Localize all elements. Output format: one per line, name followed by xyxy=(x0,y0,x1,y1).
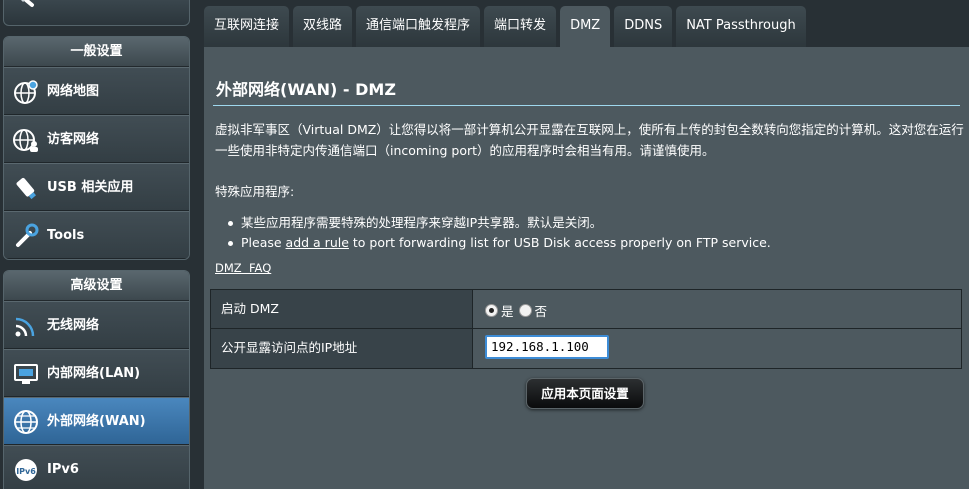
advanced-settings-header: 高级设置 xyxy=(4,271,189,301)
sidebar-item-ipv6[interactable]: IPv6 IPv6 xyxy=(4,445,189,489)
enable-dmz-radio-group: 是 否 xyxy=(485,301,552,320)
wrench-icon xyxy=(16,223,39,247)
exposed-ip-label: 公开显露访问点的IP地址 xyxy=(211,329,473,368)
tab-port-trigger[interactable]: 通信端口触发程序 xyxy=(356,6,481,47)
sidebar-item-wan[interactable]: 外部网络(WAN) xyxy=(4,397,189,445)
sidebar-item-network-map[interactable]: 网络地图 xyxy=(4,67,189,115)
tab-internet-connection[interactable]: 互联网连接 xyxy=(204,6,290,47)
sidebar-item-label: 访客网络 xyxy=(47,132,100,147)
wireless-icon xyxy=(15,317,35,337)
exposed-ip-input[interactable]: 192.168.1.100 xyxy=(485,335,609,359)
sidebar: 一般设置 网络地图 访客网络 USB 相关应用 Tools 高级设置 无线网络 … xyxy=(0,0,193,489)
lan-icon xyxy=(14,364,38,384)
dmz-settings-table: 启动 DMZ 是 否 公开显露访问点的IP地址 192.168.1.100 xyxy=(210,289,962,369)
tab-ddns[interactable]: DDNS xyxy=(614,6,673,47)
sidebar-item-label: 内部网络(LAN) xyxy=(47,366,141,381)
tab-bar: 互联网连接 双线路 通信端口触发程序 端口转发 DMZ DDNS NAT Pas… xyxy=(204,6,810,47)
content-panel: 外部网络(WAN) - DMZ 虚拟非军事区（Virtual DMZ）让您得以将… xyxy=(204,47,969,489)
bullet-text-pre: Please xyxy=(241,235,286,250)
dmz-faq-link[interactable]: DMZ FAQ xyxy=(215,261,271,275)
special-apps-label: 特殊应用程序: xyxy=(215,184,295,199)
apply-settings-button[interactable]: 应用本页面设置 xyxy=(526,378,644,409)
general-settings-header: 一般设置 xyxy=(4,37,189,67)
sidebar-item-label: 外部网络(WAN) xyxy=(47,414,146,429)
page-title: 外部网络(WAN) - DMZ xyxy=(216,80,396,99)
special-apps-list: 某些应用程序需要特殊的处理程序来穿越IP共享器。默认是关闭。 Please ad… xyxy=(228,213,941,253)
sidebar-item-usb[interactable]: USB 相关应用 xyxy=(4,163,189,211)
table-row: 公开显露访问点的IP地址 192.168.1.100 xyxy=(211,329,961,368)
tab-dual-wan[interactable]: 双线路 xyxy=(293,6,353,47)
enable-dmz-label: 启动 DMZ xyxy=(211,290,473,328)
sidebar-item-wireless[interactable]: 无线网络 xyxy=(4,301,189,349)
exposed-ip-value: 192.168.1.100 xyxy=(473,329,961,368)
magnifier-icon xyxy=(21,0,34,7)
dmz-description: 虚拟非军事区（Virtual DMZ）让您得以将一部计算机公开显露在互联网上，使… xyxy=(215,122,964,158)
bullet-text-post: to port forwarding list for USB Disk acc… xyxy=(348,235,771,250)
tab-nat-passthrough[interactable]: NAT Passthrough xyxy=(676,6,806,47)
ipv6-icon: IPv6 xyxy=(15,459,37,481)
sidebar-item-guest-network[interactable]: 访客网络 xyxy=(4,115,189,163)
sidebar-item-label: USB 相关应用 xyxy=(47,180,134,195)
bullet-text: 某些应用程序需要特殊的处理程序来穿越IP共享器。默认是关闭。 xyxy=(241,215,603,230)
usb-icon xyxy=(16,177,37,200)
list-item: Please add a rule to port forwarding lis… xyxy=(228,233,941,253)
tab-port-forwarding[interactable]: 端口转发 xyxy=(484,6,557,47)
advanced-settings-group: 高级设置 无线网络 内部网络(LAN) 外部网络(WAN) IPv6 IPv6 xyxy=(3,270,190,489)
sidebar-item-label: Tools xyxy=(47,228,85,243)
guest-network-icon xyxy=(13,129,38,152)
network-map-icon xyxy=(14,80,38,104)
sidebar-item-label: 网络地图 xyxy=(47,84,100,99)
sidebar-item-label: IPv6 xyxy=(47,462,79,477)
quick-tool-button[interactable] xyxy=(3,0,190,26)
tab-dmz[interactable]: DMZ xyxy=(560,6,611,47)
list-item: 某些应用程序需要特殊的处理程序来穿越IP共享器。默认是关闭。 xyxy=(228,213,941,233)
table-row: 启动 DMZ 是 否 xyxy=(211,290,961,329)
general-settings-group: 一般设置 网络地图 访客网络 USB 相关应用 Tools xyxy=(3,36,190,260)
dmz-yes-radio[interactable] xyxy=(485,304,498,317)
main-area: 互联网连接 双线路 通信端口触发程序 端口转发 DMZ DDNS NAT Pas… xyxy=(204,0,969,489)
sidebar-item-tools[interactable]: Tools xyxy=(4,211,189,259)
dmz-no-label: 否 xyxy=(534,304,548,319)
sidebar-item-label: 无线网络 xyxy=(47,318,100,333)
dmz-yes-label: 是 xyxy=(501,304,514,319)
sidebar-item-lan[interactable]: 内部网络(LAN) xyxy=(4,349,189,397)
svg-text:IPv6: IPv6 xyxy=(16,467,36,476)
enable-dmz-value: 是 否 xyxy=(473,290,961,328)
add-rule-link[interactable]: add a rule xyxy=(286,235,349,250)
wan-globe-icon xyxy=(14,410,38,434)
dmz-no-radio[interactable] xyxy=(518,304,532,317)
title-divider xyxy=(213,105,960,106)
